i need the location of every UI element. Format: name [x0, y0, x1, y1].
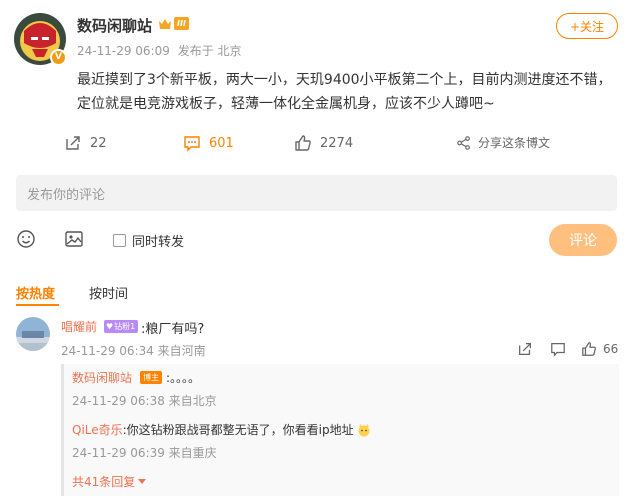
- emoji-icon[interactable]: [16, 229, 36, 249]
- fan-badge-label: 钻粉1: [114, 322, 136, 331]
- post-meta: 24-11-29 06:09 发布于 北京: [77, 42, 242, 59]
- comment-like-count: 66: [603, 342, 619, 356]
- submit-comment-button[interactable]: 评论: [549, 224, 617, 256]
- tab-sort-hot[interactable]: 按热度: [16, 283, 55, 302]
- repost-checkbox[interactable]: 同时转发: [113, 231, 184, 250]
- reply-author[interactable]: QiLe奇乐: [72, 421, 123, 438]
- checkbox-box[interactable]: [113, 234, 126, 247]
- commenter-name[interactable]: 唱耀前: [61, 318, 97, 335]
- crown-icon: [159, 18, 171, 29]
- cat-emoji-icon: [358, 423, 370, 436]
- like-icon: [582, 342, 596, 356]
- reply-meta: 24-11-29 06:38 来自北京: [72, 394, 217, 408]
- share-post-action[interactable]: 分享这条博文: [456, 134, 550, 151]
- reply-text: :。。。。: [166, 371, 201, 385]
- comment-like-button[interactable]: 66: [581, 341, 618, 357]
- tab-sort-time[interactable]: 按时间: [89, 283, 128, 302]
- like-icon: [295, 135, 311, 151]
- image-icon[interactable]: [64, 229, 84, 249]
- reply-line: QiLe奇乐 :你这钻粉跟战哥都整无语了，你看看ip地址: [72, 421, 371, 438]
- like-count: 2274: [320, 135, 354, 151]
- post-text: 最近摸到了3个新平板，两大一小，天玑9400小平板第二个上，目前内测进度还不错，…: [77, 72, 612, 112]
- comment-count: 601: [209, 135, 234, 151]
- more-replies-link[interactable]: 共41条回复: [72, 473, 147, 490]
- repost-count: 22: [90, 135, 107, 151]
- author-name[interactable]: 数码闲聊站: [77, 15, 152, 36]
- comment-icon: [184, 136, 200, 152]
- comment-repost-button[interactable]: [517, 341, 533, 357]
- comment-reply-button[interactable]: [550, 341, 566, 357]
- blogger-badge: 博主: [140, 371, 162, 384]
- reply-text: :你这钻粉跟战哥都整无语了，你看看ip地址: [122, 423, 354, 437]
- repost-action[interactable]: 22: [64, 134, 107, 152]
- share-icon: [457, 135, 470, 150]
- comment-placeholder: 发布你的评论: [27, 187, 106, 203]
- active-tab-indicator: [16, 304, 59, 306]
- comment-text: :粮厂有吗?: [141, 322, 205, 337]
- comment-action[interactable]: 601: [183, 134, 234, 152]
- repost-icon: [66, 136, 80, 150]
- comment-meta: 24-11-29 06:34 来自河南: [61, 344, 206, 358]
- verified-badge-icon: V: [50, 49, 67, 66]
- comment-input[interactable]: 发布你的评论: [16, 175, 617, 211]
- reply-icon: [551, 343, 565, 357]
- like-action[interactable]: 2274: [294, 134, 353, 152]
- repost-icon: [519, 343, 531, 355]
- reply-author[interactable]: 数码闲聊站: [72, 369, 132, 386]
- reply-meta: 24-11-29 06:39 来自重庆: [72, 446, 217, 460]
- diamond-icon: ♥: [106, 322, 114, 331]
- commenter-avatar[interactable]: [16, 317, 50, 351]
- caret-down-icon: [138, 479, 147, 484]
- share-post-label: 分享这条博文: [478, 136, 551, 150]
- follow-button[interactable]: +关注: [556, 13, 618, 39]
- post-source: 发布于 北京: [177, 44, 242, 58]
- vip-badge: III: [158, 17, 189, 30]
- vip-level: III: [174, 17, 189, 30]
- more-replies-label: 共41条回复: [72, 475, 136, 489]
- repost-label: 同时转发: [132, 235, 185, 250]
- fan-badge: ♥ 钻粉1: [104, 320, 139, 333]
- post-time: 24-11-29 06:09: [77, 44, 170, 58]
